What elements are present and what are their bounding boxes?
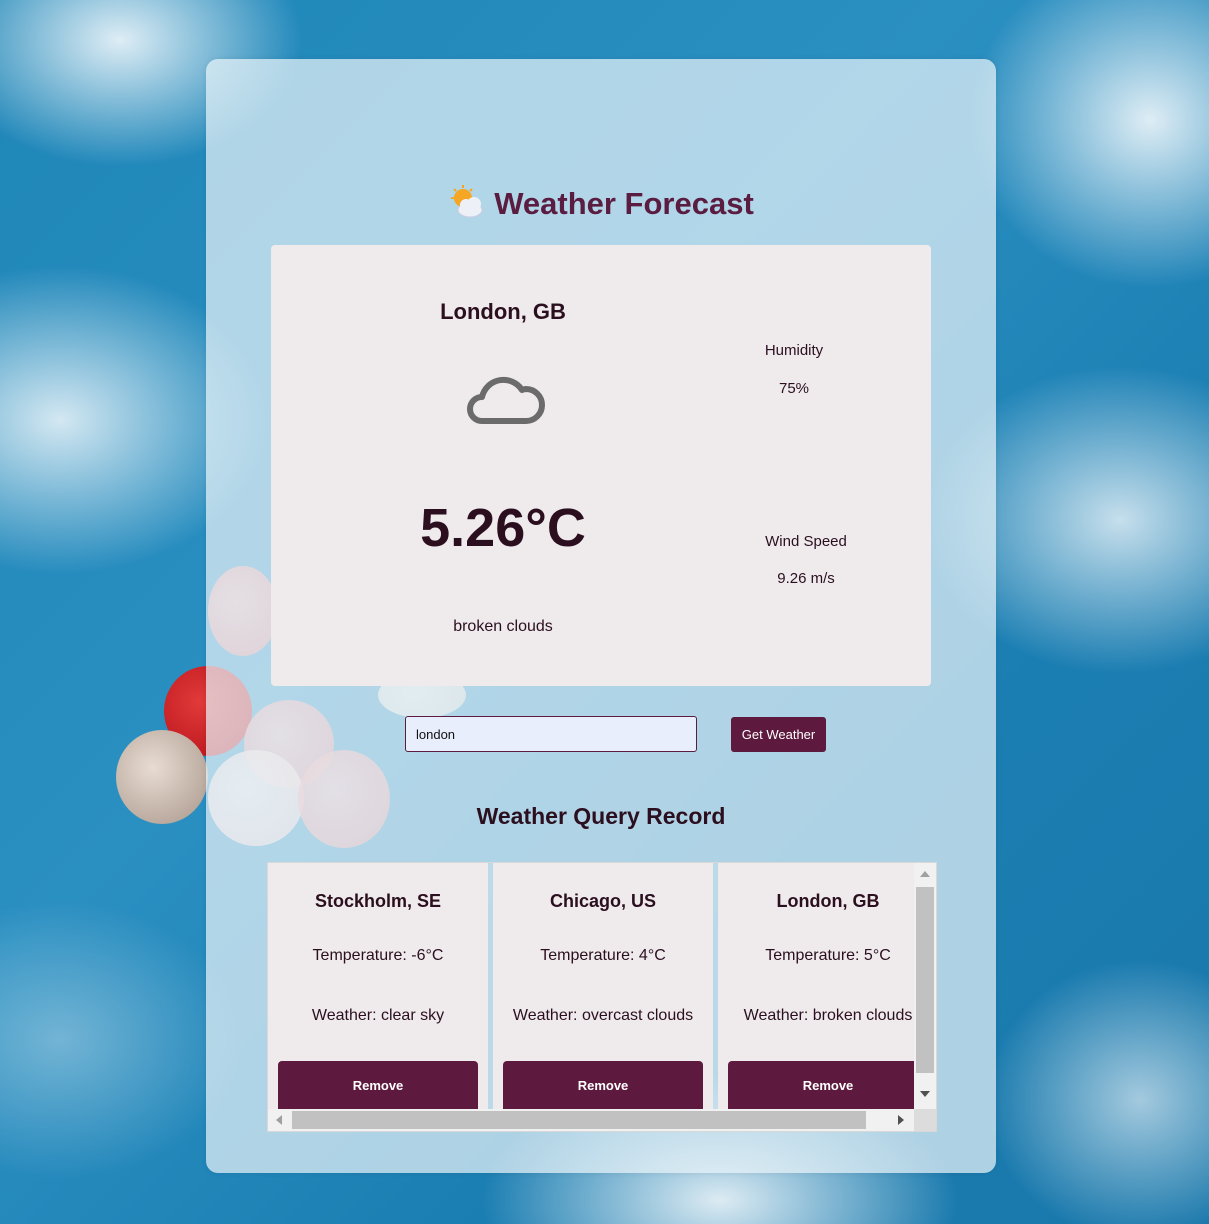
humidity-value: 75% (778, 380, 810, 397)
horizontal-scrollbar[interactable] (268, 1109, 914, 1131)
record-city: Chicago, US (549, 891, 656, 911)
scrollbar-corner (914, 1109, 936, 1131)
scroll-right-arrow-icon[interactable] (898, 1115, 904, 1125)
record-city: London, GB (776, 891, 880, 911)
record-weather: Weather: clear sky (311, 1007, 445, 1024)
record-card: Stockholm, SE Temperature: -6°C Weather:… (268, 863, 488, 1109)
record-city: Stockholm, SE (314, 891, 442, 911)
record-weather: Weather: overcast clouds (512, 1007, 694, 1024)
scroll-left-arrow-icon[interactable] (276, 1115, 282, 1125)
record-weather: Weather: broken clouds (743, 1007, 913, 1024)
remove-button[interactable]: Remove (278, 1061, 478, 1109)
wind-speed-label: Wind Speed (765, 533, 847, 550)
remove-button[interactable]: Remove (503, 1061, 703, 1109)
current-city: London, GB (440, 299, 566, 324)
wind-speed-value: 9.26 m/s (777, 570, 835, 587)
record-card: Chicago, US Temperature: 4°C Weather: ov… (493, 863, 713, 1109)
current-weather-card: London, GB 5.26°C broken clouds Humidity… (271, 245, 931, 686)
city-search-input[interactable] (405, 716, 697, 752)
app-title: Weather Forecast (206, 184, 996, 222)
record-temperature: Temperature: -6°C (312, 947, 444, 964)
cloud-icon (467, 376, 545, 424)
record-temperature: Temperature: 5°C (765, 947, 891, 964)
vertical-scroll-thumb[interactable] (916, 887, 934, 1073)
humidity-label: Humidity (764, 342, 824, 359)
current-description: broken clouds (453, 618, 553, 635)
get-weather-button[interactable]: Get Weather (731, 717, 826, 752)
vertical-scrollbar[interactable] (914, 863, 936, 1109)
horizontal-scroll-thumb[interactable] (292, 1111, 866, 1129)
app-title-text: Weather Forecast (494, 186, 754, 221)
record-card: London, GB Temperature: 5°C Weather: bro… (718, 863, 936, 1109)
sun-behind-cloud-icon (451, 185, 483, 218)
remove-button[interactable]: Remove (728, 1061, 928, 1109)
balloon-image (116, 730, 208, 824)
scroll-up-arrow-icon[interactable] (920, 871, 930, 877)
scroll-down-arrow-icon[interactable] (920, 1091, 930, 1097)
current-temperature: 5.26°C (420, 498, 586, 558)
record-temperature: Temperature: 4°C (540, 947, 666, 964)
record-list[interactable]: Stockholm, SE Temperature: -6°C Weather:… (267, 862, 937, 1132)
record-section-title: Weather Query Record (476, 803, 726, 829)
